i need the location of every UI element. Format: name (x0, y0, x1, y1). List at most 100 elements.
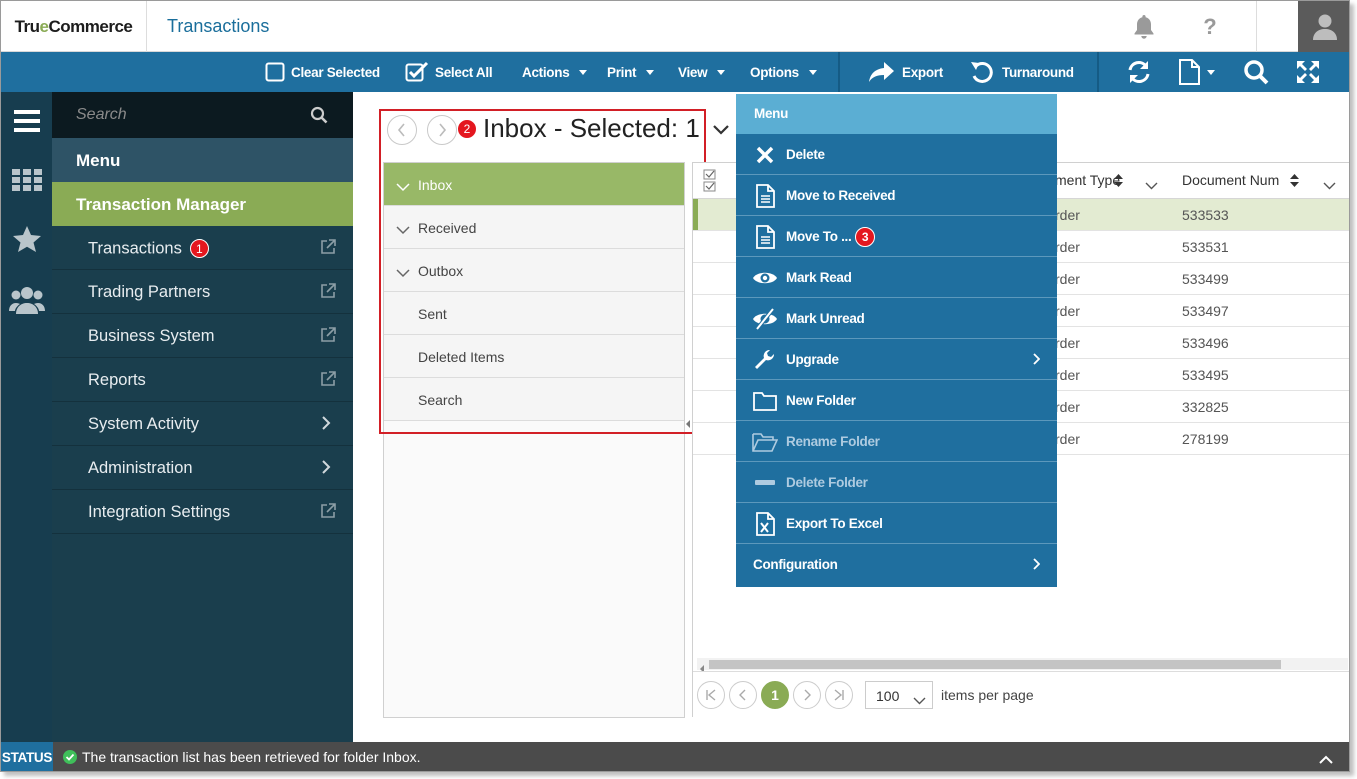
cell-document-type: rder (1055, 271, 1080, 287)
column-header-document-type[interactable]: ment Type (1055, 172, 1120, 188)
refresh-icon[interactable] (1126, 52, 1152, 92)
turnaround-button[interactable]: Turnaround (970, 52, 1074, 92)
previous-page-button[interactable] (729, 681, 757, 709)
logo-text-part-2: e (39, 16, 49, 36)
nav-item-business-system[interactable]: Business System (52, 314, 353, 358)
logo-text-part-3: Commerce (48, 16, 133, 36)
menu-item-export-to-excel[interactable]: Export To Excel (736, 503, 1057, 544)
external-link-icon (320, 239, 336, 260)
icon-rail (1, 92, 52, 742)
document-icon (752, 184, 778, 208)
help-icon[interactable]: ? (1189, 1, 1231, 52)
chevron-up-icon[interactable] (1319, 751, 1333, 767)
items-per-page-label: items per page (941, 687, 1034, 703)
toolbar-divider (838, 52, 840, 92)
chevron-right-icon (321, 460, 331, 479)
column-menu-chevron-icon[interactable] (1145, 177, 1158, 193)
nav-menu-header[interactable]: Menu (52, 138, 353, 182)
undo-arrow-icon (971, 61, 993, 83)
nav-item-administration[interactable]: Administration (52, 446, 353, 490)
callout-highlight-box (379, 109, 706, 434)
menu-item-label: Export To Excel (786, 516, 883, 531)
menu-item-configuration[interactable]: Configuration (736, 544, 1057, 585)
nav-item-transactions[interactable]: Transactions 1 (52, 226, 353, 270)
eye-icon (752, 266, 778, 290)
clear-selected-button[interactable]: Clear Selected (265, 52, 380, 92)
page-title: Transactions (167, 16, 270, 36)
print-menu-button[interactable]: Print (607, 52, 655, 92)
next-page-button[interactable] (793, 681, 821, 709)
truecommerce-logo[interactable]: Tru e Commerce (1, 1, 147, 52)
users-group-icon[interactable] (1, 285, 52, 315)
nav-item-reports[interactable]: Reports (52, 358, 353, 402)
cell-document-number: 533531 (1182, 239, 1229, 255)
toolbar: Clear Selected Select All Actions Print … (1, 52, 1349, 92)
nav-item-label: Transactions (88, 239, 182, 258)
nav-section-transaction-manager[interactable]: Transaction Manager (52, 182, 353, 226)
cell-document-number: 533495 (1182, 367, 1229, 383)
caret-down-icon (808, 69, 817, 75)
column-menu-chevron-icon[interactable] (1323, 177, 1336, 193)
fullscreen-expand-icon[interactable] (1295, 52, 1321, 92)
menu-item-delete-folder[interactable]: Delete Folder (736, 462, 1057, 503)
favorites-star-icon[interactable] (1, 226, 52, 252)
chevron-right-icon (804, 689, 811, 701)
menu-item-delete[interactable]: Delete (736, 134, 1057, 175)
search-icon[interactable] (310, 106, 328, 129)
horizontal-scrollbar[interactable] (697, 658, 1348, 673)
menu-item-label: Upgrade (786, 352, 839, 367)
hamburger-menu-icon[interactable] (1, 110, 52, 132)
select-all-label: Select All (435, 64, 493, 80)
export-button[interactable]: Export (868, 52, 943, 92)
menu-item-move-to[interactable]: Move To ... 3 (736, 216, 1057, 257)
menu-item-new-folder[interactable]: New Folder (736, 380, 1057, 421)
dropdown-menu-title: Menu (736, 94, 1057, 134)
page-size-select[interactable]: 100 (865, 681, 933, 709)
column-header-label: Document Num (1182, 172, 1280, 188)
nav-item-system-activity[interactable]: System Activity (52, 402, 353, 446)
select-all-checkbox-icon[interactable] (703, 169, 717, 196)
last-page-button[interactable] (825, 681, 853, 709)
menu-item-label: Delete Folder (786, 475, 868, 490)
user-avatar-icon[interactable] (1298, 1, 1349, 52)
view-menu-button[interactable]: View (678, 52, 726, 92)
app-window: Tru e Commerce Transactions ? Clear Select… (0, 0, 1350, 772)
options-menu-button[interactable]: Options (750, 52, 817, 92)
menu-item-move-to-received[interactable]: Move to Received (736, 175, 1057, 216)
cell-document-type: rder (1055, 431, 1080, 447)
sort-icon[interactable] (1290, 174, 1299, 190)
page-number-current[interactable]: 1 (761, 681, 789, 709)
actions-menu-button[interactable]: Actions (522, 52, 588, 92)
new-document-menu-icon[interactable] (1177, 52, 1215, 92)
first-page-button[interactable] (697, 681, 725, 709)
logo-text-part-1: Tru (14, 16, 40, 36)
nav-search-input[interactable] (76, 104, 296, 126)
menu-item-label: Rename Folder (786, 434, 880, 449)
search-icon[interactable] (1243, 52, 1269, 92)
chevron-down-icon[interactable] (713, 122, 729, 140)
callout-badge-3: 3 (855, 227, 875, 247)
menu-item-upgrade[interactable]: Upgrade (736, 339, 1057, 380)
external-link-icon (320, 327, 336, 348)
menu-item-label: Delete (786, 147, 825, 162)
apps-grid-icon[interactable] (1, 169, 52, 191)
scrollbar-thumb[interactable] (709, 660, 1281, 669)
cell-document-type: rder (1055, 239, 1080, 255)
caret-down-icon (717, 69, 726, 75)
sort-icon[interactable] (1114, 174, 1123, 190)
cell-document-type: rder (1055, 207, 1080, 223)
menu-item-mark-unread[interactable]: Mark Unread (736, 298, 1057, 339)
page-size-value: 100 (876, 688, 900, 704)
cell-document-type: rder (1055, 367, 1080, 383)
select-all-button[interactable]: Select All (405, 52, 493, 92)
nav-item-label: Business System (88, 327, 215, 345)
notifications-bell-icon[interactable] (1123, 1, 1165, 52)
menu-item-mark-read[interactable]: Mark Read (736, 257, 1057, 298)
menu-item-label: Mark Unread (786, 311, 865, 326)
menu-item-rename-folder[interactable]: Rename Folder (736, 421, 1057, 462)
nav-item-integration-settings[interactable]: Integration Settings (52, 490, 353, 534)
nav-item-trading-partners[interactable]: Trading Partners (52, 270, 353, 314)
status-bar: STATUS The transaction list has been ret… (1, 742, 1349, 771)
column-header-document-number[interactable]: Document Num (1182, 172, 1279, 188)
nav-item-label: Administration (88, 459, 193, 477)
